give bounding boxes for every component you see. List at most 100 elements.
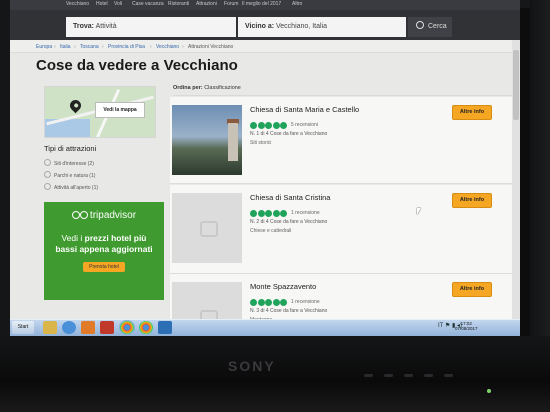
breadcrumb-separator: › [102,44,104,50]
result-name[interactable]: Chiesa di Santa Cristina [250,193,330,202]
result-name[interactable]: Monte Spazzavento [250,282,316,291]
top-nav: Vecchiano Hotel Voli Case vacanza Ristor… [10,0,520,10]
nav-item[interactable]: Case vacanza [132,1,164,7]
rating-bubbles: 1 recensione [250,210,320,217]
search-what-value: Attività [95,23,117,30]
mouse-cursor-icon [417,208,421,215]
ad-brand: tripadvisor [89,210,137,221]
divider [173,95,515,96]
rating-bubble-icon [265,122,273,129]
filter-option[interactable]: Parchi e natura (1) [44,171,95,179]
monitor-brand-logo: SONY [228,358,276,374]
clock[interactable]: 17:02 07/08/2017 [455,321,478,331]
nav-item[interactable]: Hotel [96,1,108,7]
map-preview[interactable]: Vedi la mappa [44,86,156,138]
tripadvisor-ad[interactable]: tripadvisor Vedi i prezzi hotel più bass… [44,202,164,300]
result-category[interactable]: Chiese e cattedrali [250,228,291,234]
nav-item[interactable]: Attrazioni [196,1,217,7]
nav-item[interactable]: Ristoranti [168,1,189,7]
result-card[interactable]: Chiesa di Santa Cristina 1 recensione N.… [170,185,520,274]
nav-item[interactable]: Forum [224,1,238,7]
chrome-icon[interactable] [139,321,153,334]
result-card[interactable]: Chiesa di Santa Maria e Castello 5 recen… [170,97,520,184]
internet-explorer-icon[interactable] [62,321,76,334]
view-map-button[interactable]: Vedi la mappa [95,102,145,118]
breadcrumb-item[interactable]: Toscana [80,44,99,50]
result-category[interactable]: Siti storici [250,140,271,146]
media-player-icon[interactable] [81,321,95,334]
result-photo-placeholder[interactable] [172,193,242,263]
breadcrumb-item[interactable]: Provincia di Pisa [108,44,145,50]
rating-bubble-icon [250,210,257,217]
binoculars-icon [200,221,218,237]
sort-value: Classificazione [204,85,241,91]
filter-option[interactable]: Siti d'interesse (2) [44,159,94,167]
nav-item[interactable]: Altro [292,1,302,7]
rating-bubble-icon [272,299,280,306]
search-where-field[interactable]: Vicino a: Vecchiano, Italia [238,17,406,37]
breadcrumb-item[interactable]: Italia [60,44,71,50]
rating-bubble-icon [257,122,265,129]
more-info-button[interactable]: Altre info [452,105,492,120]
app-icon[interactable] [158,321,172,334]
monitor-button [364,374,373,377]
chrome-icon[interactable] [119,320,135,335]
rating-bubble-icon [250,299,257,306]
ad-headline: Vedi i prezzi hotel più bassi appena agg… [50,233,158,255]
ad-logo: tripadvisor [44,210,164,221]
owl-icon [71,211,88,219]
review-count[interactable]: 1 recensione [291,210,320,216]
filter-title: Tipi di attrazioni [44,144,97,153]
rating-bubbles: 5 recensioni [250,122,318,129]
rating-bubble-icon [280,122,288,129]
nav-item[interactable]: Voli [114,1,122,7]
filter-option[interactable]: Attività all'aperto (1) [44,183,98,191]
rating-bubble-icon [272,210,280,217]
search-where-value: Vecchiano, Italia [276,23,327,30]
media-icon[interactable] [100,321,114,334]
result-card[interactable]: Monte Spazzavento 1 recensione N. 3 di 4… [170,274,520,336]
nav-item[interactable]: Il meglio del 2017 [242,1,281,7]
review-count[interactable]: 1 recensione [291,299,320,305]
rating-bubble-icon [280,210,288,217]
nav-item[interactable]: Vecchiano [66,1,89,7]
result-photo[interactable] [172,105,242,175]
sort-control[interactable]: Ordina per: Classificazione [173,85,241,91]
start-button[interactable]: Start [12,321,34,334]
search-what-label: Trova: [73,23,95,30]
review-count[interactable]: 5 recensioni [291,122,318,128]
filter-label: Attività all'aperto (1) [54,185,99,191]
radio-icon [44,171,51,178]
radio-icon [44,159,51,166]
more-info-button[interactable]: Altre info [452,282,492,297]
monitor-button [404,374,413,377]
ad-headline-pre: Vedi i [61,233,85,243]
search-icon [416,21,424,29]
filter-label: Parchi e natura (1) [54,173,96,179]
breadcrumb-current: Attrazioni Vecchiano [188,44,234,50]
language-indicator[interactable]: IT [438,323,443,329]
result-rank: N. 3 di 4 Cose da fare a Vecchiano [250,308,328,314]
screen: Vecchiano Hotel Voli Case vacanza Ristor… [10,0,520,336]
result-name[interactable]: Chiesa di Santa Maria e Castello [250,105,359,114]
rating-bubble-icon [272,122,280,129]
breadcrumb-separator: › [74,44,76,50]
power-led [487,389,491,393]
rating-bubble-icon [280,299,288,306]
breadcrumb-item[interactable]: Vecchiano [156,44,179,50]
explorer-icon[interactable] [43,321,57,334]
search-what-field[interactable]: Trova: Attività [66,17,236,37]
search-button-label: Cerca [428,23,447,30]
result-rank: N. 2 di 4 Cose da fare a Vecchiano [250,219,328,225]
more-info-button[interactable]: Altre info [452,193,492,208]
monitor-bezel-bottom [0,336,550,412]
ad-cta-button[interactable]: Prenota hotel [83,262,125,272]
rating-bubble-icon [257,299,265,306]
breadcrumb-separator: › [54,44,56,50]
result-rank: N. 1 di 4 Cose da fare a Vecchiano [250,131,328,137]
breadcrumb-item[interactable]: Europa [36,44,52,50]
scrollbar-thumb[interactable] [513,50,519,120]
monitor-button [384,374,393,377]
search-button[interactable]: Cerca [408,17,452,37]
filter-label: Siti d'interesse (2) [54,161,94,167]
